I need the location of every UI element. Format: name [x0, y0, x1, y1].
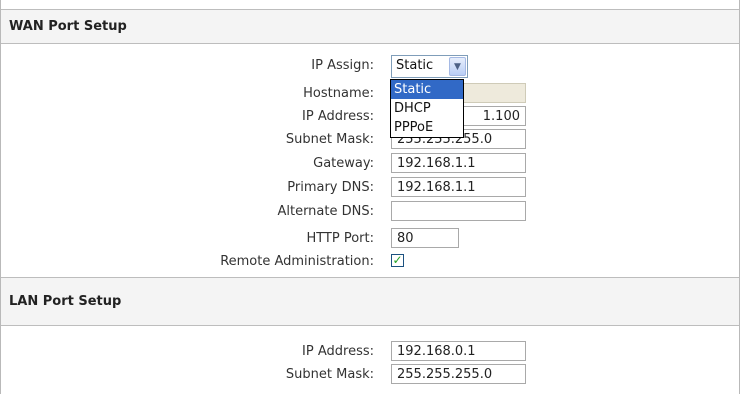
ip-assign-label: IP Assign: — [311, 58, 374, 73]
ip-assign-selected-value: Static — [396, 58, 434, 73]
wan-section-title: WAN Port Setup — [9, 19, 127, 34]
http-port-row: HTTP Port: — [1, 228, 739, 250]
lan-ip-address-label: IP Address: — [302, 344, 374, 359]
primary-dns-label: Primary DNS: — [287, 180, 374, 195]
ip-assign-option-pppoe[interactable]: PPPoE — [391, 118, 463, 137]
primary-dns-input[interactable] — [391, 177, 526, 197]
wan-section-header: WAN Port Setup — [1, 9, 739, 44]
http-port-input[interactable] — [391, 228, 459, 248]
chevron-down-icon[interactable]: ▼ — [449, 57, 466, 76]
http-port-label: HTTP Port: — [306, 231, 374, 246]
gateway-input[interactable] — [391, 153, 526, 173]
remote-admin-label: Remote Administration: — [220, 254, 374, 269]
lan-section-header: LAN Port Setup — [1, 277, 739, 326]
wan-ip-address-label: IP Address: — [302, 109, 374, 124]
wan-subnet-mask-row: Subnet Mask: — [1, 129, 739, 151]
wan-subnet-mask-label: Subnet Mask: — [285, 132, 374, 147]
hostname-row: Hostname: — [1, 83, 739, 105]
alternate-dns-input[interactable] — [391, 201, 526, 221]
ip-assign-dropdown: Static DHCP PPPoE — [390, 79, 464, 138]
lan-subnet-mask-input[interactable] — [391, 364, 526, 384]
alternate-dns-label: Alternate DNS: — [277, 204, 374, 219]
remote-admin-row: Remote Administration: ✓ — [1, 251, 739, 273]
remote-admin-checkbox[interactable]: ✓ — [391, 254, 404, 267]
gateway-label: Gateway: — [313, 156, 374, 171]
hostname-label: Hostname: — [303, 86, 374, 101]
ip-assign-option-static[interactable]: Static — [391, 80, 463, 99]
primary-dns-row: Primary DNS: — [1, 177, 739, 199]
ip-assign-option-dhcp[interactable]: DHCP — [391, 99, 463, 118]
alternate-dns-row: Alternate DNS: — [1, 201, 739, 223]
gateway-row: Gateway: — [1, 153, 739, 175]
lan-ip-address-row: IP Address: — [1, 341, 739, 363]
ip-assign-select[interactable]: Static ▼ — [391, 55, 468, 78]
lan-subnet-mask-label: Subnet Mask: — [285, 367, 374, 382]
wan-ip-address-row: IP Address: — [1, 106, 739, 128]
ip-assign-row: IP Assign: Static ▼ — [1, 55, 739, 78]
lan-subnet-mask-row: Subnet Mask: — [1, 364, 739, 386]
lan-ip-address-input[interactable] — [391, 341, 526, 361]
check-icon: ✓ — [392, 253, 403, 267]
lan-section-title: LAN Port Setup — [9, 294, 122, 309]
